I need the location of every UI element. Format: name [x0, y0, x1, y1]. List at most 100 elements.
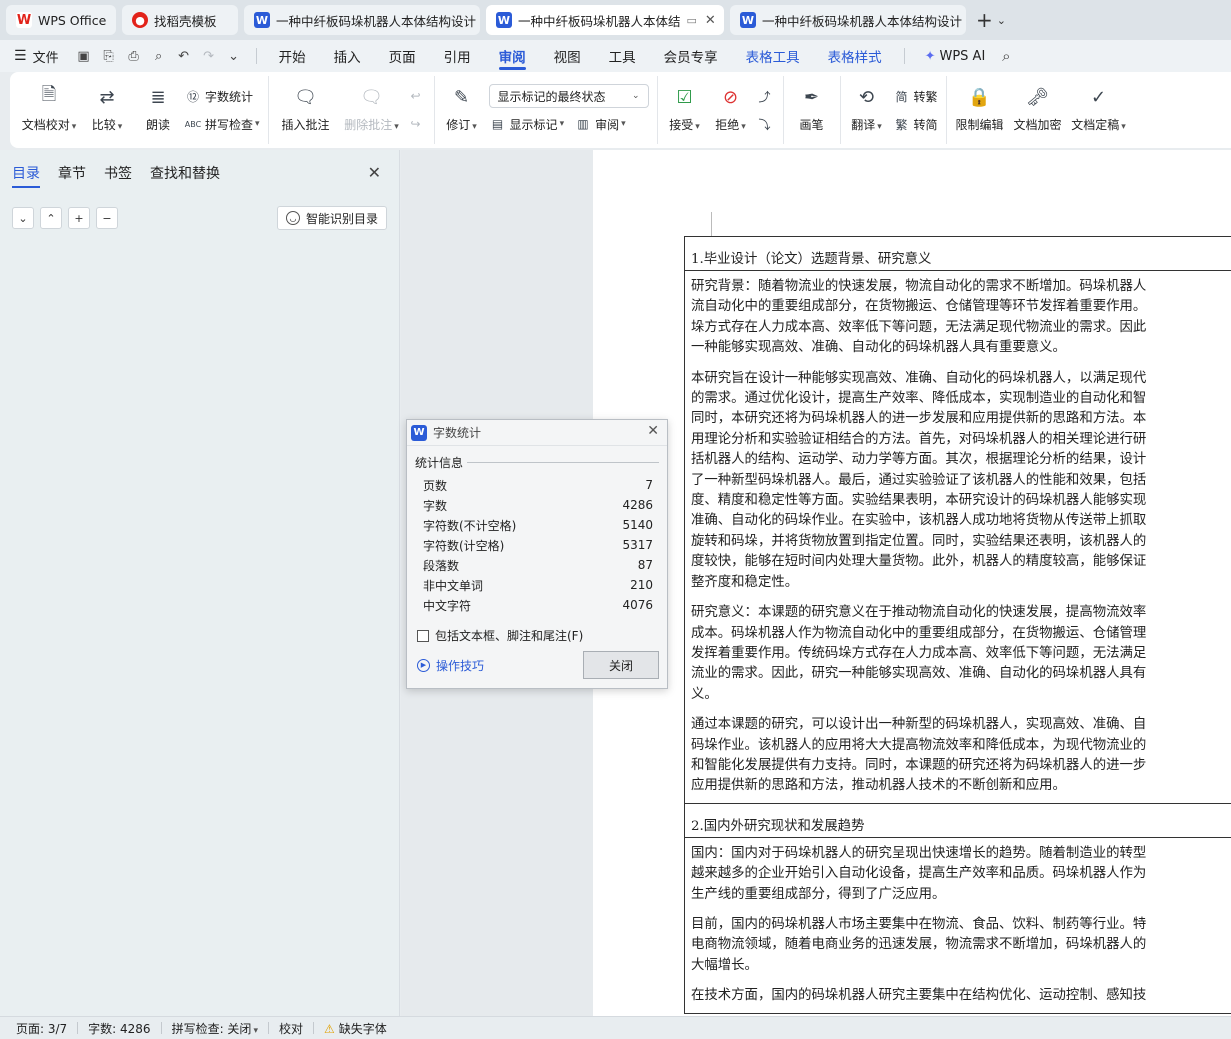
- paragraph-line: 同时，本研究还将为码垛机器人的进一步发展和应用提供新的思路和方法。本: [691, 411, 1147, 427]
- menu-home[interactable]: 开始: [279, 40, 306, 72]
- menu-page[interactable]: 页面: [389, 40, 416, 72]
- next-comment-button[interactable]: ↪: [407, 112, 428, 136]
- page-indicator[interactable]: 页面: 3/7: [16, 1020, 67, 1037]
- paragraph-line: 生产线的重要组成部分，得到了广泛应用。: [691, 886, 946, 902]
- read-aloud-label: 朗读: [145, 118, 170, 132]
- reject-button[interactable]: ⊘ 拒绝 ▾: [708, 76, 754, 133]
- print-preview-icon[interactable]: ⌕: [148, 45, 170, 67]
- stat-label: 页数: [423, 478, 448, 493]
- menu-member[interactable]: 会员专享: [664, 40, 718, 72]
- review-pane-button[interactable]: ▥ 审阅 ▾: [574, 116, 625, 133]
- paragraph: 通过本课题的研究，可以设计出一种新型的码垛机器人，实现高效、准确、自 码垛作业。该…: [691, 715, 1231, 797]
- tab-label: 找稻壳模板: [154, 13, 217, 29]
- tips-link[interactable]: ▶ 操作技巧: [417, 657, 484, 674]
- expand-up-icon[interactable]: ⌃: [40, 207, 62, 229]
- tab-document-3[interactable]: W 一种中纤板码垛机器人本体结构设计: [730, 5, 966, 35]
- paragraph-line: 码垛作业。该机器人的应用将大大提高物流效率和降低成本，为现代物流业的: [691, 737, 1147, 753]
- menu-review[interactable]: 审阅: [498, 40, 526, 72]
- dialog-title-bar[interactable]: W 字数统计: [407, 420, 667, 446]
- finalize-button[interactable]: ✓ 文档定稿 ▾: [1067, 76, 1131, 133]
- include-textbox-checkbox[interactable]: 包括文本框、脚注和尾注(F): [407, 619, 667, 644]
- hamburger-icon: ☰: [14, 48, 27, 64]
- tab-sections[interactable]: 章节: [58, 150, 86, 196]
- missing-font-status[interactable]: ⚠ 缺失字体: [324, 1020, 387, 1037]
- tab-wps-office[interactable]: W WPS Office: [6, 5, 116, 35]
- warning-icon: ⚠: [323, 1021, 335, 1036]
- paragraph: 在技术方面，国内的码垛机器人研究主要集中在结构优化、运动控制、感知技: [691, 986, 1231, 1006]
- read-aloud-button[interactable]: ≣ 朗读: [136, 76, 180, 133]
- divider: [467, 462, 659, 463]
- close-icon[interactable]: ✕: [647, 423, 659, 439]
- quick-access-more-icon[interactable]: ⌄: [223, 45, 245, 67]
- restrict-edit-button[interactable]: 🔒 限制编辑: [951, 76, 1009, 133]
- encrypt-button[interactable]: 🗝 文档加密: [1009, 76, 1067, 133]
- show-markup-row: ▤ 显示标记 ▾ ▥ 审阅 ▾: [489, 112, 649, 136]
- tab-find-replace[interactable]: 查找和替换: [150, 150, 220, 196]
- proofread-status[interactable]: 校对: [279, 1020, 303, 1037]
- chevron-down-icon[interactable]: ⌄: [997, 14, 1006, 27]
- track-changes-button[interactable]: ✎ 修订 ▾: [439, 76, 485, 133]
- paragraph-line: 国内：国内对于码垛机器人的研究呈现出快速增长的趋势。随着制造业的转型: [691, 845, 1147, 861]
- export-icon[interactable]: ⎘: [98, 45, 120, 67]
- smart-toc-label: 智能识别目录: [305, 211, 378, 226]
- print-icon[interactable]: ⎙: [123, 45, 145, 67]
- spell-check-status[interactable]: 拼写检查: 关闭 ▾: [172, 1020, 258, 1037]
- undo-icon[interactable]: ↶: [173, 45, 195, 67]
- menu-table-style[interactable]: 表格样式: [828, 40, 882, 72]
- delete-comment-button[interactable]: 🗨 删除批注 ▾: [339, 76, 405, 133]
- previous-comment-button[interactable]: ↩: [407, 84, 428, 108]
- close-button[interactable]: 关闭: [583, 651, 659, 679]
- spell-check-button[interactable]: ABC 拼写检查 ▾: [184, 112, 260, 136]
- compare-button[interactable]: ⇄ 比较 ▾: [78, 76, 136, 133]
- comment-bubble-icon[interactable]: ▭: [687, 14, 697, 27]
- paragraph-line: 和智能化发展提供有力支持。同时，本课题的研究还将为码垛机器人的进一步: [691, 757, 1147, 773]
- paragraph-line: 整齐度和稳定性。: [691, 574, 799, 590]
- show-markup-button[interactable]: ▤ 显示标记 ▾: [489, 116, 564, 133]
- tab-document-1[interactable]: W 一种中纤板码垛机器人本体结构设计: [244, 5, 480, 35]
- collapse-down-icon[interactable]: ⌄: [12, 207, 34, 229]
- save-icon[interactable]: ▣: [73, 45, 95, 67]
- smart-toc-button[interactable]: ◡ 智能识别目录: [276, 206, 387, 230]
- tab-document-active[interactable]: W 一种中纤板码垛机器人本体结 ▭ ✕: [486, 5, 724, 35]
- menu-insert[interactable]: 插入: [334, 40, 361, 72]
- menu-tools[interactable]: 工具: [609, 40, 636, 72]
- redo-icon[interactable]: ↷: [198, 45, 220, 67]
- section-title: 2.国内外研究现状和发展趋势: [685, 804, 1231, 838]
- minus-icon[interactable]: −: [96, 207, 118, 229]
- menu-view[interactable]: 视图: [554, 40, 581, 72]
- word-count-button[interactable]: ⑫ 字数统计: [184, 84, 260, 108]
- add-tab-icon[interactable]: +: [976, 8, 993, 32]
- close-icon[interactable]: ✕: [368, 163, 381, 182]
- tab-bookmarks[interactable]: 书签: [104, 150, 132, 196]
- close-icon[interactable]: ✕: [705, 13, 716, 28]
- checkbox[interactable]: [417, 629, 429, 642]
- add-icon[interactable]: +: [68, 207, 90, 229]
- menu-references[interactable]: 引用: [444, 40, 471, 72]
- file-menu-label: 文件: [32, 50, 59, 66]
- stats-section-header: 统计信息: [407, 446, 667, 471]
- markup-state-select[interactable]: 显示标记的最终状态 ⌄: [488, 84, 649, 108]
- next-change-button[interactable]: ⤵: [756, 112, 777, 136]
- word-count-indicator[interactable]: 字数: 4286: [88, 1020, 150, 1037]
- stat-row: 字符数(计空格) 5317: [423, 535, 653, 555]
- tab-toc[interactable]: 目录: [12, 150, 40, 196]
- to-simplified-button[interactable]: 繁 转简: [893, 112, 938, 136]
- accept-button[interactable]: ☑ 接受 ▾: [662, 76, 708, 133]
- wps-ai-button[interactable]: ✦ WPS AI: [925, 49, 986, 64]
- translate-button[interactable]: ⟲ 翻译 ▾: [845, 76, 889, 133]
- document-table[interactable]: 1.毕业设计（论文）选题背景、研究意义 研究背景：随着物流业的快速发展，物流自动…: [684, 236, 1231, 1014]
- insert-comment-button[interactable]: 🗨 插入批注: [273, 76, 339, 133]
- divider: [903, 48, 905, 64]
- word-count-icon: ⑫: [186, 89, 199, 104]
- stat-row: 中文字符 4076: [423, 595, 653, 615]
- file-menu[interactable]: ☰ 文件: [14, 47, 59, 66]
- doc-check-button[interactable]: 🗎 文档校对 ▾: [20, 76, 78, 133]
- menu-table-tools[interactable]: 表格工具: [746, 40, 800, 72]
- paragraph: 研究背景：随着物流业的快速发展，物流自动化的需求不断增加。码垛机器人 流自动化中的…: [691, 277, 1231, 359]
- previous-change-button[interactable]: ⤴: [756, 84, 777, 108]
- writer-doc-icon: W: [740, 12, 756, 28]
- pen-button[interactable]: ✒ 画笔: [788, 76, 836, 133]
- search-icon[interactable]: ⌕: [995, 45, 1017, 67]
- to-traditional-button[interactable]: 简 转繁: [893, 84, 938, 108]
- tab-docer-templates[interactable]: ● 找稻壳模板: [122, 5, 238, 35]
